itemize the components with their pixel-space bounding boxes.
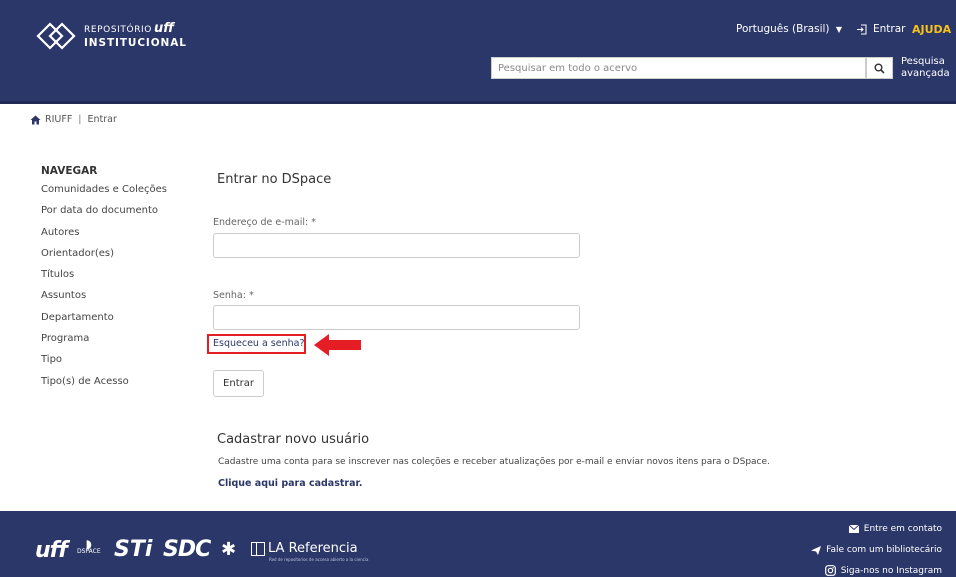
footer-logo-sdc[interactable]: SDC [163,537,211,562]
la-referencia-icon [251,541,265,556]
red-arrow-icon [314,334,361,356]
register-description: Cadastre uma conta para se inscrever nas… [218,457,770,467]
logo-line1: REPOSITÓRIO [84,25,152,35]
login-title: Entrar no DSpace [217,172,332,187]
footer-logo-la-sub: Red de repositorios de acceso abierto a … [269,557,369,562]
sidebar-item-authors[interactable]: Autores [41,225,167,246]
search-button[interactable] [866,57,893,79]
footer-logo-dspace-label: DSPACE [77,548,101,555]
footer-logo-uff[interactable]: uff [35,538,68,563]
email-field[interactable] [213,233,580,258]
sign-in-icon [857,24,867,34]
search-input[interactable] [491,57,866,79]
advanced-search-line2: avançada [901,68,950,79]
envelope-icon [848,525,859,533]
password-label: Senha: * [213,290,254,301]
footer-logo-dspace[interactable]: ◗ DSPACE [77,537,101,556]
logo-uff: uff [154,21,175,36]
footer-logo-la-label: LA Referencia [268,541,358,556]
language-selector[interactable]: Português (Brasil) ▼ [736,23,842,35]
logo-line2: INSTITUCIONAL [84,37,187,49]
search-icon [874,63,885,74]
email-label: Endereço de e-mail: * [213,217,316,228]
sidebar-item-access-type[interactable]: Tipo(s) de Acesso [41,374,167,395]
instagram-icon [824,565,836,576]
caret-down-icon: ▼ [835,25,843,34]
advanced-search-link[interactable]: Pesquisa avançada [901,56,953,80]
register-title: Cadastrar novo usuário [217,432,370,447]
breadcrumb: RIUFF | Entrar [30,114,117,125]
footer-contact-link[interactable]: Entre em contato [848,524,942,534]
breadcrumb-home[interactable]: RIUFF [45,114,72,125]
home-icon [30,115,41,124]
header [0,0,956,104]
breadcrumb-separator: | [78,114,82,125]
header-login-link[interactable]: Entrar [856,23,905,35]
sidebar-item-advisors[interactable]: Orientador(es) [41,246,167,267]
password-field[interactable] [213,305,580,330]
star-logo-icon[interactable]: ✱ [221,539,236,560]
footer-librarian-label: Fale com um bibliotecário [826,545,942,555]
advanced-search-line1: Pesquisa [901,56,945,67]
dspace-icon: ◗ [85,537,92,551]
sidebar-item-department[interactable]: Departamento [41,310,167,331]
login-button[interactable]: Entrar [213,370,264,397]
forgot-password-link[interactable]: Esqueceu a senha? [207,334,306,354]
header-login-label: Entrar [873,23,906,35]
sidebar-item-type[interactable]: Tipo [41,352,167,373]
sidebar-item-program[interactable]: Programa [41,331,167,352]
language-label: Português (Brasil) [736,23,830,35]
sidebar-item-by-date[interactable]: Por data do documento [41,203,167,224]
footer-logo-sti[interactable]: STi [114,537,152,562]
footer-instagram-link[interactable]: Siga-nos no Instagram [824,565,942,576]
paper-plane-icon [811,545,822,555]
footer-logo-la-referencia[interactable]: LA Referencia Red de repositorios de acc… [251,541,368,562]
sidebar-title: NAVEGAR [41,165,98,177]
repository-logo[interactable]: REPOSITÓRIO uff INSTITUCIONAL [36,22,187,50]
footer-contact-label: Entre em contato [863,524,942,534]
footer-instagram-label: Siga-nos no Instagram [840,565,942,576]
sidebar-item-subjects[interactable]: Assuntos [41,288,167,309]
sidebar-nav: Comunidades e Coleções Por data do docum… [41,182,167,395]
sidebar-item-communities[interactable]: Comunidades e Coleções [41,182,167,203]
breadcrumb-current: Entrar [87,114,117,125]
repository-logo-icon [36,22,76,50]
sidebar-item-titles[interactable]: Títulos [41,267,167,288]
footer-librarian-link[interactable]: Fale com um bibliotecário [811,545,942,555]
help-link[interactable]: AJUDA [912,23,951,36]
register-link[interactable]: Clique aqui para cadastrar. [218,478,362,489]
